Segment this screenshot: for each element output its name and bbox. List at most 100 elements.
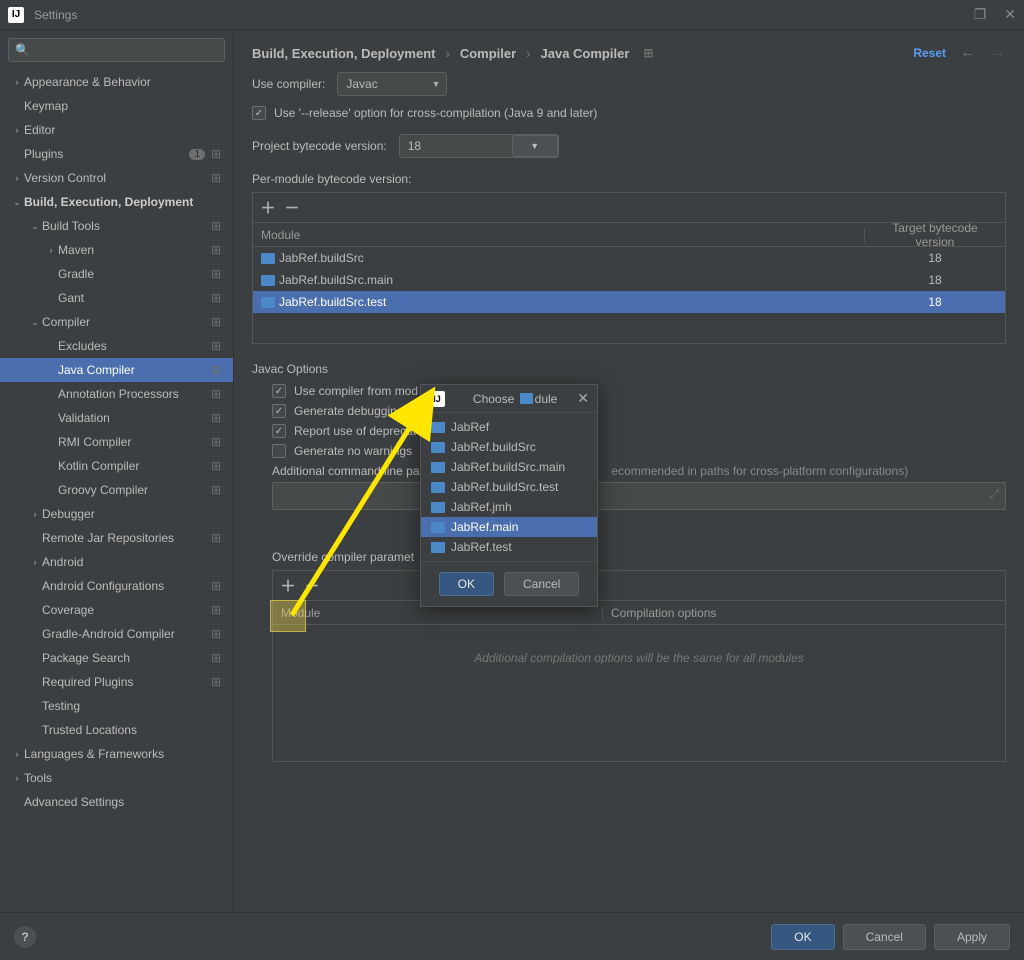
help-button[interactable]: ? <box>14 926 36 948</box>
project-scope-icon: ⊞ <box>209 483 223 497</box>
sidebar-item[interactable]: Gant ⊞ <box>0 286 233 310</box>
sidebar-item[interactable]: Groovy Compiler ⊞ <box>0 478 233 502</box>
add-module-button[interactable]: ＋ <box>259 197 277 218</box>
apply-button[interactable]: Apply <box>934 924 1010 950</box>
dialog-cancel-button[interactable]: Cancel <box>504 572 579 596</box>
list-item[interactable]: JabRef.jmh <box>421 497 597 517</box>
list-item[interactable]: JabRef.buildSrc.main <box>421 457 597 477</box>
sidebar-item[interactable]: › Appearance & Behavior <box>0 70 233 94</box>
generate-debug-checkbox[interactable] <box>272 404 286 418</box>
sidebar-item[interactable]: Keymap <box>0 94 233 118</box>
sidebar-item[interactable]: › Tools <box>0 766 233 790</box>
project-scope-icon <box>209 507 223 521</box>
sidebar-item[interactable]: Trusted Locations <box>0 718 233 742</box>
additional-params-hint: ecommended in paths for cross-platform c… <box>611 464 908 478</box>
table-row[interactable]: JabRef.buildSrc.test18 <box>253 291 1005 313</box>
expander-icon: › <box>10 773 24 783</box>
screen-mode-icon[interactable]: ❐ <box>974 6 987 23</box>
sidebar-item[interactable]: Testing <box>0 694 233 718</box>
table-row[interactable]: JabRef.buildSrc18 <box>253 247 1005 269</box>
project-scope-icon <box>209 75 223 89</box>
close-icon[interactable]: ✕ <box>1004 6 1016 23</box>
sidebar-item[interactable]: Required Plugins ⊞ <box>0 670 233 694</box>
javac-options-header: Javac Options <box>252 362 1006 376</box>
sidebar-item[interactable]: Gradle ⊞ <box>0 262 233 286</box>
additional-params-input[interactable]: ⤢ <box>272 482 1006 510</box>
sidebar-item[interactable]: Package Search ⊞ <box>0 646 233 670</box>
sidebar-item[interactable]: › Version Control ⊞ <box>0 166 233 190</box>
sidebar-item[interactable]: Plugins 1 ⊞ <box>0 142 233 166</box>
sidebar-item[interactable]: Gradle-Android Compiler ⊞ <box>0 622 233 646</box>
sidebar-item[interactable]: Validation ⊞ <box>0 406 233 430</box>
sidebar-item[interactable]: › Languages & Frameworks <box>0 742 233 766</box>
close-icon[interactable]: ✕ <box>577 390 589 407</box>
breadcrumb-seg[interactable]: Compiler <box>460 46 516 61</box>
sidebar-item[interactable]: RMI Compiler ⊞ <box>0 430 233 454</box>
project-scope-icon: ⊞ <box>209 363 223 377</box>
add-override-button[interactable]: ＋ <box>279 575 297 596</box>
list-item[interactable]: JabRef.buildSrc <box>421 437 597 457</box>
project-scope-icon <box>209 555 223 569</box>
sidebar-item[interactable]: Excludes ⊞ <box>0 334 233 358</box>
module-column-header: Module <box>253 228 865 242</box>
settings-sidebar: › Appearance & Behavior Keymap › Editor … <box>0 30 234 912</box>
release-option-checkbox[interactable] <box>252 106 266 120</box>
sidebar-item[interactable]: ⌄ Compiler ⊞ <box>0 310 233 334</box>
dialog-footer: ? OK Cancel Apply <box>0 912 1024 960</box>
list-item[interactable]: JabRef.test <box>421 537 597 557</box>
ok-button[interactable]: OK <box>771 924 834 950</box>
dialog-ok-button[interactable]: OK <box>439 572 494 596</box>
list-item[interactable]: JabRef <box>421 417 597 437</box>
project-scope-icon: ⊞ <box>209 675 223 689</box>
sidebar-item[interactable]: Java Compiler ⊞ <box>0 358 233 382</box>
reset-link[interactable]: Reset <box>913 46 946 60</box>
override-params-label: Override compiler paramet <box>272 550 1006 564</box>
module-icon <box>431 422 445 433</box>
sidebar-item[interactable]: ⌄ Build Tools ⊞ <box>0 214 233 238</box>
breadcrumb: Build, Execution, Deployment › Compiler … <box>252 46 913 61</box>
bytecode-version-dropdown[interactable]: 18 ▼ <box>399 134 559 158</box>
table-row[interactable]: JabRef.buildSrc.main18 <box>253 269 1005 291</box>
breadcrumb-seg[interactable]: Build, Execution, Deployment <box>252 46 435 61</box>
sidebar-item[interactable]: Kotlin Compiler ⊞ <box>0 454 233 478</box>
project-scope-icon: ⊞ <box>209 387 223 401</box>
sidebar-item[interactable]: › Maven ⊞ <box>0 238 233 262</box>
sidebar-item[interactable]: › Editor <box>0 118 233 142</box>
report-deprecated-checkbox[interactable] <box>272 424 286 438</box>
expander-icon: ⌄ <box>10 197 24 208</box>
nav-back-icon[interactable]: ← <box>960 44 976 62</box>
sidebar-item[interactable]: Advanced Settings <box>0 790 233 814</box>
remove-override-button[interactable]: － <box>303 575 321 596</box>
list-item[interactable]: JabRef.main <box>421 517 597 537</box>
search-input[interactable] <box>8 38 225 62</box>
sidebar-item[interactable]: Android Configurations ⊞ <box>0 574 233 598</box>
expander-icon: › <box>10 749 24 759</box>
cancel-button[interactable]: Cancel <box>843 924 926 950</box>
per-module-table: ＋ － Module Target bytecode version JabRe… <box>252 192 1006 344</box>
project-scope-icon <box>209 195 223 209</box>
sidebar-item[interactable]: Annotation Processors ⊞ <box>0 382 233 406</box>
sidebar-item[interactable]: Remote Jar Repositories ⊞ <box>0 526 233 550</box>
use-module-compiler-checkbox[interactable] <box>272 384 286 398</box>
project-scope-icon: ⊞ <box>209 171 223 185</box>
list-item[interactable]: JabRef.buildSrc.test <box>421 477 597 497</box>
expand-icon[interactable]: ⤢ <box>989 487 999 502</box>
sidebar-item[interactable]: › Android <box>0 550 233 574</box>
sidebar-item[interactable]: › Debugger <box>0 502 233 526</box>
project-scope-icon: ⊞ <box>209 339 223 353</box>
module-icon <box>431 442 445 453</box>
expander-icon: ⌄ <box>28 221 42 232</box>
project-scope-icon: ⊞ <box>209 627 223 641</box>
sidebar-item[interactable]: Coverage ⊞ <box>0 598 233 622</box>
per-module-label: Per-module bytecode version: <box>252 172 1006 186</box>
project-scope-icon: ⊞ <box>209 531 223 545</box>
settings-content: Build, Execution, Deployment › Compiler … <box>234 30 1024 912</box>
remove-module-button[interactable]: － <box>283 197 301 218</box>
chevron-down-icon[interactable]: ▼ <box>512 135 558 157</box>
no-warnings-checkbox[interactable] <box>272 444 286 458</box>
project-scope-icon <box>209 771 223 785</box>
use-compiler-dropdown[interactable]: Javac▼ <box>337 72 447 96</box>
sidebar-item[interactable]: ⌄ Build, Execution, Deployment <box>0 190 233 214</box>
override-module-header: Module <box>273 606 603 620</box>
chevron-down-icon: ▼ <box>431 79 440 89</box>
